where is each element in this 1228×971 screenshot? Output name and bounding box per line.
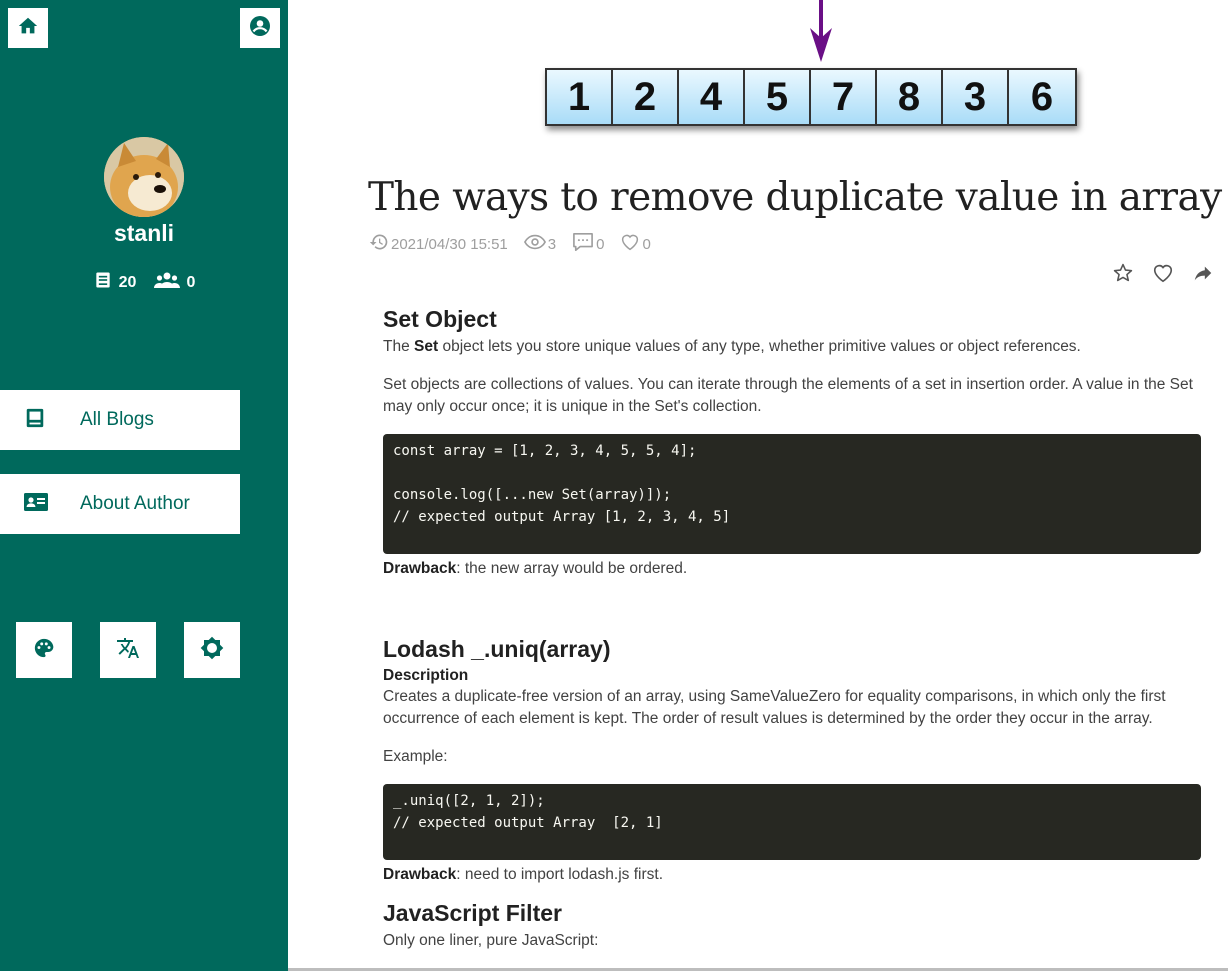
brightness-button[interactable] <box>184 622 240 678</box>
post-views-count: 3 <box>547 235 557 253</box>
post-comments: 0 <box>572 232 604 256</box>
post-likes-count: 0 <box>642 235 651 253</box>
theme-palette-button[interactable] <box>16 622 72 678</box>
code-block: const array = [1, 2, 3, 4, 5, 5, 4]; con… <box>383 434 1201 554</box>
pointer-arrow-icon <box>808 0 834 69</box>
array-cell: 8 <box>877 70 943 124</box>
drawback-note: Drawback: the new array would be ordered… <box>383 558 1201 580</box>
array-cell: 5 <box>745 70 811 124</box>
array-cell: 6 <box>1009 70 1075 124</box>
array-cell: 4 <box>679 70 745 124</box>
avatar <box>104 137 184 217</box>
drawback-label: Drawback <box>383 866 457 883</box>
post-likes: 0 <box>620 233 651 255</box>
nav-about-author[interactable]: About Author <box>0 474 240 534</box>
group-icon <box>154 270 181 295</box>
text: The <box>383 338 415 355</box>
post-actions <box>1112 262 1214 289</box>
drawback-text: : need to import lodash.js first. <box>456 866 663 883</box>
username: stanli <box>113 220 175 246</box>
palette-icon <box>33 637 55 664</box>
main-content: 1 2 4 5 7 8 3 6 The ways to remove dupli… <box>288 0 1228 971</box>
post-date: 2021/04/30 15:51 <box>369 232 508 256</box>
author-stats: 20 0 <box>0 270 288 295</box>
translate-icon <box>116 636 140 665</box>
share-icon[interactable] <box>1192 262 1214 289</box>
language-button[interactable] <box>100 622 156 678</box>
array-cell: 3 <box>943 70 1009 124</box>
paragraph: Only one liner, pure JavaScript: <box>383 932 599 949</box>
array-cell: 7 <box>811 70 877 124</box>
keyword-set: Set <box>414 338 439 355</box>
drawback-label: Drawback <box>383 560 457 577</box>
drawback-note: Drawback: need to import lodash.js first… <box>383 864 1201 886</box>
post-body: Set Object The Set object lets you store… <box>383 302 1201 952</box>
home-button[interactable] <box>8 8 48 48</box>
account-button[interactable] <box>240 8 280 48</box>
comment-icon <box>572 232 594 256</box>
post-meta: 2021/04/30 15:51 3 0 0 <box>369 232 667 256</box>
section-heading: Set Object <box>383 306 497 332</box>
array-cell: 2 <box>613 70 679 124</box>
brightness-icon <box>200 636 224 665</box>
post-views: 3 <box>523 233 557 255</box>
nav-all-blogs-label: All Blogs <box>80 409 154 430</box>
subheading: Description <box>383 667 469 684</box>
nav-all-blogs[interactable]: All Blogs <box>0 390 240 450</box>
array-cell: 1 <box>547 70 613 124</box>
post-date-text: 2021/04/30 15:51 <box>391 235 508 253</box>
id-card-icon <box>24 491 48 518</box>
section-heading: JavaScript Filter <box>383 900 562 926</box>
eye-icon <box>523 233 546 255</box>
follower-count: 0 <box>186 273 196 291</box>
array-banner: 1 2 4 5 7 8 3 6 <box>545 68 1077 126</box>
post-comments-count: 0 <box>596 235 605 253</box>
drawback-text: : the new array would be ordered. <box>456 560 688 577</box>
favorite-star-icon[interactable] <box>1112 262 1134 289</box>
text: object lets you store unique values of a… <box>438 338 1081 355</box>
account-circle-icon <box>248 14 272 43</box>
sidebar: stanli 20 0 All Blogs About Author <box>0 0 288 971</box>
paragraph: The Set object lets you store unique val… <box>383 336 1201 358</box>
blog-count-stat: 20 <box>93 270 137 295</box>
history-icon <box>369 232 389 256</box>
like-heart-icon[interactable] <box>1152 262 1174 289</box>
section-heading: Lodash _.uniq(array) <box>383 636 611 662</box>
paragraph: Set objects are collections of values. Y… <box>383 376 1193 415</box>
home-icon <box>17 15 39 42</box>
blog-count: 20 <box>118 273 137 291</box>
book-icon <box>93 270 113 295</box>
nav-about-author-label: About Author <box>80 493 190 514</box>
post-title: The ways to remove duplicate value in ar… <box>368 175 1222 220</box>
paragraph: Creates a duplicate-free version of an a… <box>383 688 1166 727</box>
paragraph: Example: <box>383 748 448 765</box>
code-block: _.uniq([2, 1, 2]); // expected output Ar… <box>383 784 1201 860</box>
follower-count-stat: 0 <box>154 270 195 295</box>
book-icon <box>24 407 46 434</box>
heart-outline-icon <box>620 233 640 255</box>
